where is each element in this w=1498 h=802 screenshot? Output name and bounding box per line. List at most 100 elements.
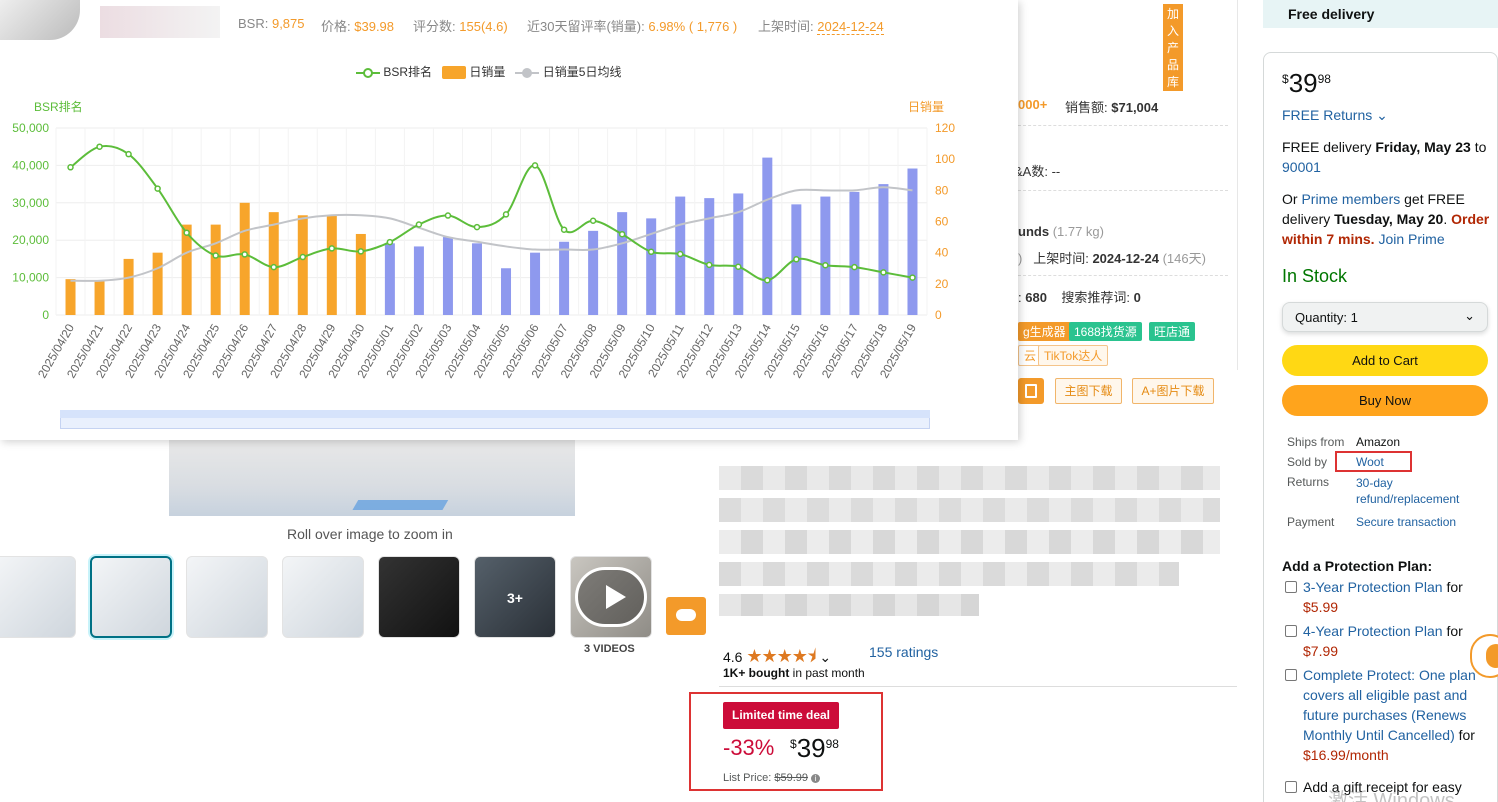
floating-helper-icon[interactable] [1470, 634, 1498, 678]
bsr-point [793, 256, 800, 263]
y-tick-label-right: 100 [935, 152, 955, 166]
thumbnail[interactable] [0, 556, 76, 638]
bar [559, 241, 570, 315]
bar [268, 212, 279, 315]
bar [762, 157, 773, 315]
y-tick-label-left: 10,000 [12, 271, 49, 285]
y-tick-label-right: 60 [935, 215, 949, 229]
star-rating-icon[interactable]: ★★★★⯨ [746, 646, 816, 666]
ratings-link[interactable]: 155 ratings [869, 644, 938, 660]
plan-link[interactable]: 3-Year Protection Plan [1303, 579, 1443, 595]
bar [152, 252, 163, 315]
y-axis-title-right: 日销量 [908, 100, 944, 114]
calculator-icon[interactable] [1018, 378, 1044, 404]
bar [94, 280, 105, 315]
legend-bsr-icon [356, 67, 380, 78]
thumbnail-selected[interactable] [90, 556, 172, 638]
tag-tiktok[interactable]: TikTok达人 [1038, 345, 1109, 366]
plan-link[interactable]: 4-Year Protection Plan [1303, 623, 1443, 639]
free-delivery-banner: Free delivery [1263, 0, 1498, 28]
y-tick-label-right: 120 [935, 121, 955, 135]
cloud-download-icon[interactable] [666, 597, 706, 635]
bar [297, 215, 308, 315]
bar [442, 237, 453, 315]
y-tick-label-left: 30,000 [12, 196, 49, 210]
bar [849, 191, 860, 315]
chevron-down-icon[interactable]: ⌄ [819, 649, 831, 665]
bsr-point [764, 276, 771, 284]
plan-checkbox[interactable] [1285, 625, 1297, 637]
legend-ma[interactable]: 日销量5日均线 [543, 65, 622, 79]
buy-now-button[interactable]: Buy Now [1282, 385, 1488, 416]
list-price: List Price: $59.99 i [723, 772, 821, 784]
weight: unds (1.77 kg) [1018, 224, 1104, 239]
divider [1018, 275, 1228, 276]
tag-generator[interactable]: g生成器 [1018, 322, 1071, 341]
add-to-library-button[interactable]: 加入产品库 [1163, 4, 1184, 91]
tag-1688[interactable]: 1688找货源 [1069, 322, 1142, 341]
bar [181, 224, 192, 315]
thumbnail-more[interactable]: 3+ [474, 556, 556, 638]
legend-bsr[interactable]: BSR排名 [383, 65, 432, 79]
bsr-point [299, 253, 307, 261]
legend-bar-icon [442, 66, 467, 80]
buybox-price: $3998 [1282, 68, 1331, 98]
payment-link[interactable]: Secure transaction [1356, 515, 1456, 529]
bsr-point [328, 245, 336, 252]
bar [210, 224, 221, 315]
ships-from-label: Ships from [1287, 435, 1345, 449]
bsr-point [473, 223, 481, 231]
deal-badge: Limited time deal [723, 702, 839, 729]
bsr-point [67, 164, 74, 171]
thumbnail[interactable] [378, 556, 460, 638]
free-returns-link[interactable]: FREE Returns ⌄ [1282, 105, 1388, 125]
zip-link[interactable]: 90001 [1282, 159, 1321, 175]
add-to-cart-button[interactable]: Add to Cart [1282, 345, 1488, 376]
returns-link[interactable]: 30-day refund/replacement [1356, 475, 1476, 507]
download-aplus-button[interactable]: A+图片下载 [1132, 378, 1214, 404]
sold-by-label: Sold by [1287, 455, 1328, 469]
main-product-image[interactable] [169, 440, 575, 516]
plan-checkbox[interactable] [1285, 669, 1297, 681]
bar [704, 198, 715, 315]
launch-date: ) 上架时间: 2024-12-24 (146天) [1018, 251, 1206, 266]
bsr-point [735, 263, 742, 271]
download-main-image-button[interactable]: 主图下载 [1055, 378, 1122, 404]
thumbnail[interactable] [186, 556, 268, 638]
thumbnail[interactable] [282, 556, 364, 638]
discount-percent: -33% [723, 735, 775, 760]
info-icon[interactable]: i [811, 774, 821, 783]
bsr-stat: BSR: 9,875 [238, 16, 305, 31]
bsr-point [96, 143, 103, 150]
bar [878, 184, 889, 315]
play-icon [575, 567, 647, 627]
plan-complete: Complete Protect: One plan covers all el… [1303, 667, 1476, 763]
bsr-point [909, 274, 916, 281]
bar [326, 215, 337, 315]
bsr-point [502, 211, 510, 218]
reviews-stat: 评分数: 155(4.6) [413, 19, 508, 34]
bsr-point [676, 250, 684, 258]
bsr-point [589, 217, 597, 225]
quantity-select[interactable]: Quantity: 1 ⌄ [1282, 302, 1488, 332]
keyword-count: : 680 搜索推荐词: 0 [1018, 290, 1141, 305]
prime-members-link[interactable]: Prime members [1301, 191, 1400, 207]
tag-wangdiantong[interactable]: 旺店通 [1149, 322, 1196, 341]
bsr-point [357, 248, 365, 255]
y-tick-label-left: 20,000 [12, 233, 49, 247]
product-thumbnail [0, 0, 80, 40]
ships-from-value: Amazon [1356, 435, 1401, 449]
sales-chart: BSR排名 日销量 50,000 40,000 30,000 20,000 10,000 0 1… [12, 99, 955, 381]
join-prime-link[interactable]: Join Prime [1378, 231, 1444, 247]
y-tick-label-right: 0 [935, 308, 942, 322]
returns-label: Returns [1287, 475, 1330, 489]
bsr-point [706, 261, 713, 269]
plan-link[interactable]: Complete Protect: One plan covers all el… [1303, 667, 1476, 743]
zoom-slider-handle[interactable] [60, 410, 930, 418]
legend-ma-icon [515, 67, 540, 78]
plan-checkbox[interactable] [1285, 581, 1297, 593]
video-thumbnail[interactable] [570, 556, 652, 638]
bar [471, 243, 482, 315]
legend-daily[interactable]: 日销量 [469, 65, 505, 79]
gift-checkbox[interactable] [1285, 781, 1297, 793]
